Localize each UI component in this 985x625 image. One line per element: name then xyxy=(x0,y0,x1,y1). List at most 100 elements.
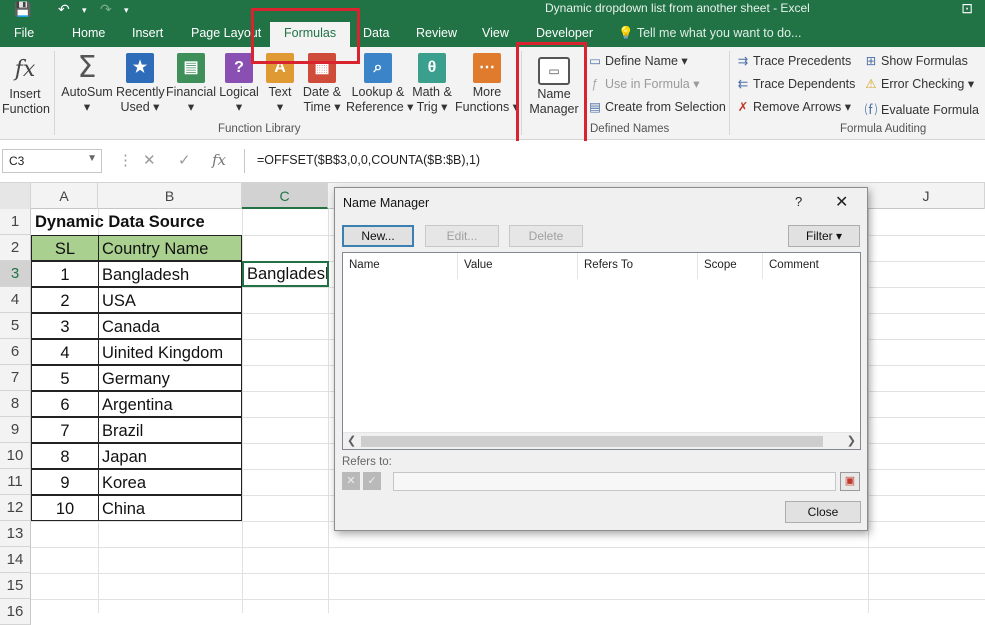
row-header[interactable]: 10 xyxy=(0,443,31,469)
column-header-scope[interactable]: Scope xyxy=(698,253,763,279)
row-header[interactable]: 12 xyxy=(0,495,31,521)
tab-review[interactable]: Review xyxy=(416,26,457,40)
row-header[interactable]: 1 xyxy=(0,209,31,235)
math-trig-button[interactable]: θ Math & Trig ▾ xyxy=(410,53,454,115)
tab-developer[interactable]: Developer xyxy=(536,26,593,40)
header-country-cell[interactable]: Country Name xyxy=(98,235,242,261)
row-header[interactable]: 16 xyxy=(0,599,31,625)
refers-to-input[interactable] xyxy=(393,472,836,491)
insert-function-icon[interactable]: fx xyxy=(212,151,226,169)
column-header-a[interactable]: A xyxy=(31,183,98,209)
scrollbar-thumb[interactable] xyxy=(361,436,823,447)
row-header[interactable]: 14 xyxy=(0,547,31,573)
column-header-name[interactable]: Name xyxy=(343,253,458,279)
sl-cell[interactable]: 7 xyxy=(31,417,99,443)
undo-icon[interactable]: ↶ xyxy=(58,1,70,18)
formula-input[interactable]: =OFFSET($B$3,0,0,COUNTA($B:$B),1) xyxy=(244,149,985,173)
sl-cell[interactable]: 3 xyxy=(31,313,99,339)
row-header[interactable]: 9 xyxy=(0,417,31,443)
ribbon-options-icon[interactable]: ⊡ xyxy=(961,0,973,17)
sl-cell[interactable]: 9 xyxy=(31,469,99,495)
use-in-formula-button[interactable]: ƒ Use in Formula ▾ xyxy=(588,76,700,91)
selected-cell-c3[interactable]: Bangladesh xyxy=(242,261,329,287)
customize-toolbar-icon[interactable]: ▾ xyxy=(124,5,129,16)
save-icon[interactable]: 💾 xyxy=(14,1,31,18)
delete-name-button[interactable]: Delete xyxy=(509,225,583,247)
country-cell[interactable]: Bangladesh xyxy=(98,261,242,287)
recently-used-button[interactable]: ★ Recently Used ▾ xyxy=(116,53,165,115)
select-all-corner[interactable] xyxy=(0,183,31,209)
sl-cell[interactable]: 5 xyxy=(31,365,99,391)
show-formulas-button[interactable]: ⊞ Show Formulas xyxy=(864,53,968,68)
filter-button[interactable]: Filter ▾ xyxy=(788,225,860,247)
insert-function-button[interactable]: fx Insert Function xyxy=(2,55,50,117)
tab-home[interactable]: Home xyxy=(72,26,105,40)
trace-precedents-button[interactable]: ⇉ Trace Precedents xyxy=(736,53,851,68)
close-icon[interactable]: ✕ xyxy=(835,192,848,212)
row-header[interactable]: 11 xyxy=(0,469,31,495)
header-sl-cell[interactable]: SL xyxy=(31,235,99,261)
trace-dependents-button[interactable]: ⇇ Trace Dependents xyxy=(736,76,856,91)
country-cell[interactable]: Germany xyxy=(98,365,242,391)
country-cell[interactable]: Uinited Kingdom xyxy=(98,339,242,365)
define-name-button[interactable]: ▭ Define Name ▾ xyxy=(588,53,688,68)
sl-cell[interactable]: 4 xyxy=(31,339,99,365)
column-header-c[interactable]: C xyxy=(242,183,328,209)
undo-dropdown-icon[interactable]: ▾ xyxy=(82,5,87,16)
remove-arrows-button[interactable]: ✗ Remove Arrows ▾ xyxy=(736,99,851,114)
row-header[interactable]: 6 xyxy=(0,339,31,365)
error-checking-button[interactable]: ⚠ Error Checking ▾ xyxy=(864,76,974,91)
financial-button[interactable]: ▤ Financial ▾ xyxy=(165,53,217,115)
new-name-button[interactable]: New... xyxy=(342,225,414,247)
collapse-dialog-icon[interactable]: ▣ xyxy=(840,472,860,491)
horizontal-scrollbar[interactable]: ❮ ❯ xyxy=(343,432,860,449)
sl-cell[interactable]: 10 xyxy=(31,495,99,521)
column-header-j[interactable]: J xyxy=(868,183,985,209)
row-header[interactable]: 13 xyxy=(0,521,31,547)
row-header[interactable]: 8 xyxy=(0,391,31,417)
country-cell[interactable]: China xyxy=(98,495,242,521)
row-header[interactable]: 3 xyxy=(0,261,31,287)
column-header-b[interactable]: B xyxy=(98,183,242,209)
tab-insert[interactable]: Insert xyxy=(132,26,163,40)
edit-name-button[interactable]: Edit... xyxy=(425,225,499,247)
country-cell[interactable]: Korea xyxy=(98,469,242,495)
row-header[interactable]: 2 xyxy=(0,235,31,261)
column-header-comment[interactable]: Comment xyxy=(763,253,833,279)
country-cell[interactable]: USA xyxy=(98,287,242,313)
column-header-refers-to[interactable]: Refers To xyxy=(578,253,698,279)
redo-icon[interactable]: ↷ xyxy=(100,1,112,18)
sl-cell[interactable]: 2 xyxy=(31,287,99,313)
country-cell[interactable]: Argentina xyxy=(98,391,242,417)
cancel-edit-icon[interactable]: ✕ xyxy=(342,472,360,490)
tab-view[interactable]: View xyxy=(482,26,509,40)
row-header[interactable]: 15 xyxy=(0,573,31,599)
chevron-down-icon[interactable]: ▼ xyxy=(87,153,97,164)
row-header[interactable]: 5 xyxy=(0,313,31,339)
name-box[interactable]: C3 ▼ xyxy=(2,149,102,173)
autosum-button[interactable]: Σ AutoSum ▾ xyxy=(60,53,114,115)
sheet-title-cell[interactable]: Dynamic Data Source xyxy=(35,209,205,235)
tell-me-search[interactable]: 💡 Tell me what you want to do... xyxy=(618,26,801,41)
country-cell[interactable]: Canada xyxy=(98,313,242,339)
sl-cell[interactable]: 1 xyxy=(31,261,99,287)
tab-file[interactable]: File xyxy=(14,26,34,40)
evaluate-formula-button[interactable]: ⒡ Evaluate Formula xyxy=(864,99,979,118)
sl-cell[interactable]: 6 xyxy=(31,391,99,417)
column-header-value[interactable]: Value xyxy=(458,253,578,279)
country-cell[interactable]: Brazil xyxy=(98,417,242,443)
scroll-right-icon[interactable]: ❯ xyxy=(847,434,856,447)
row-header[interactable]: 7 xyxy=(0,365,31,391)
names-list[interactable]: Name Value Refers To Scope Comment ❮ ❯ xyxy=(342,252,861,450)
help-icon[interactable]: ? xyxy=(795,194,802,209)
sl-cell[interactable]: 8 xyxy=(31,443,99,469)
close-button[interactable]: Close xyxy=(785,501,861,523)
create-from-selection-button[interactable]: ▤ Create from Selection xyxy=(588,99,726,114)
cancel-icon[interactable]: ✕ xyxy=(143,151,156,169)
tab-data[interactable]: Data xyxy=(363,26,389,40)
row-header[interactable]: 4 xyxy=(0,287,31,313)
country-cell[interactable]: Japan xyxy=(98,443,242,469)
confirm-edit-icon[interactable]: ✓ xyxy=(363,472,381,490)
more-functions-button[interactable]: ⋯ More Functions ▾ xyxy=(455,53,519,115)
scroll-left-icon[interactable]: ❮ xyxy=(347,434,356,447)
